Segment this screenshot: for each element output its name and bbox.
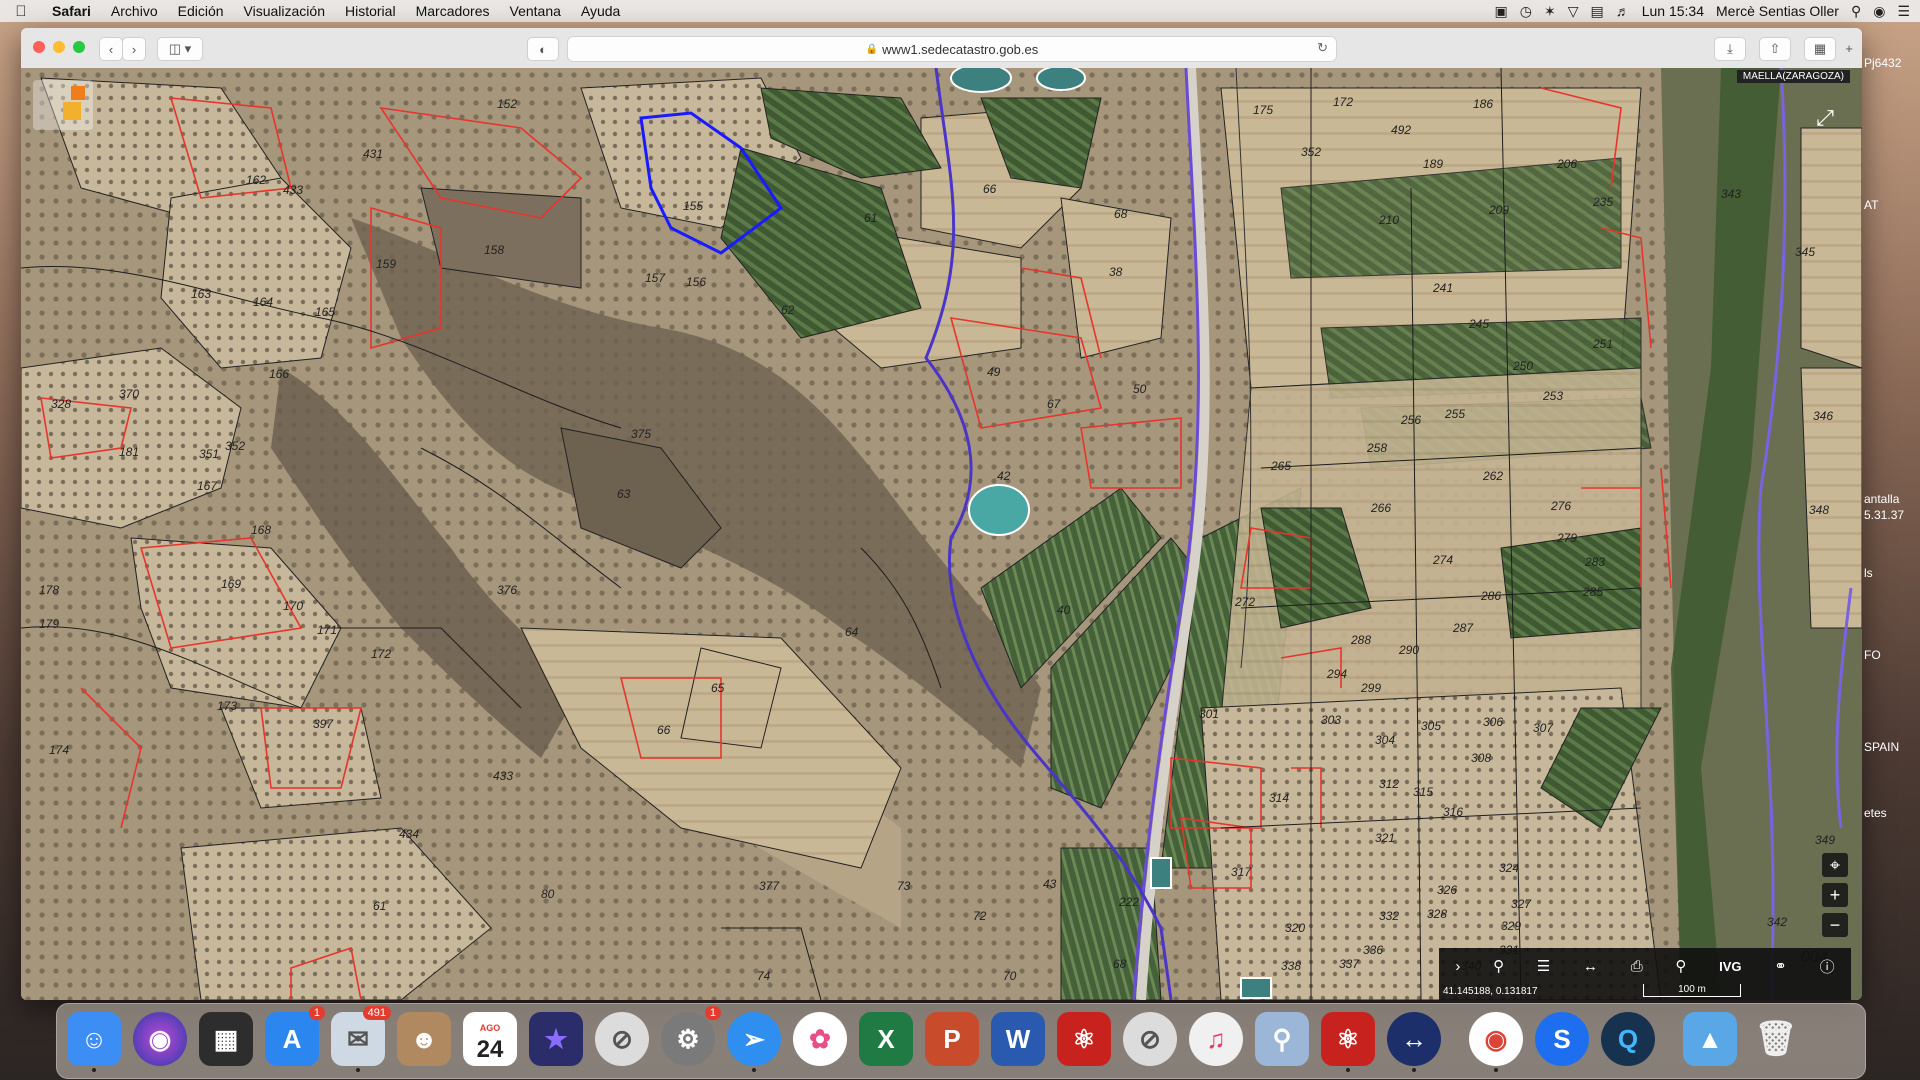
word-icon[interactable]: W	[991, 1012, 1045, 1066]
map-toolbar: › ⚲ ☰ ↔ ⎙ ⚲ IVG ⚭ ⓘ	[1439, 948, 1851, 984]
expand-chevron-icon[interactable]: ›	[1455, 958, 1460, 975]
zoom-controls: ⌖ + −	[1822, 853, 1850, 937]
excel-icon[interactable]: X	[859, 1012, 913, 1066]
desktop-file-label[interactable]: etes	[1864, 806, 1887, 820]
menu-ayuda[interactable]: Ayuda	[571, 3, 630, 19]
imovie-star-icon[interactable]: ★	[529, 1012, 583, 1066]
acrobat-icon[interactable]: ⚛	[1057, 1012, 1111, 1066]
wifi-icon[interactable]: ▽	[1568, 3, 1579, 20]
quicktime-icon[interactable]: Q	[1601, 1012, 1655, 1066]
siri-icon[interactable]: ◉	[133, 1012, 187, 1066]
dock: ☺ ◉ ▦ A1 ✉ 491 ☻ AGO 24 ★ ⊘ ⚙ 1 ➢ ✿ X P W …	[56, 1003, 1866, 1079]
powerpoint-icon[interactable]: P	[925, 1012, 979, 1066]
spotlight-icon[interactable]: ⚲	[1851, 3, 1861, 20]
coordinates-readout: 41.145188, 0.131817	[1443, 986, 1538, 997]
app-store-icon[interactable]: A1	[265, 1006, 325, 1066]
photos-icon[interactable]: ✿	[793, 1012, 847, 1066]
locate-icon[interactable]: ⌖	[1822, 853, 1848, 877]
trash-icon[interactable]: 🗑	[1749, 1012, 1803, 1066]
lock-icon: 🔒	[865, 43, 879, 55]
preview-icon[interactable]: ⚲	[1255, 1012, 1309, 1066]
volume-icon[interactable]: ♬	[1616, 3, 1630, 19]
settings-badge: 1	[704, 1006, 721, 1020]
disabled-app-icon-2[interactable]: ⊘	[1123, 1012, 1177, 1066]
map-status-bar: 41.145188, 0.131817 100 m	[1439, 984, 1851, 1000]
url-text: www1.sedecatastro.gob.es	[882, 41, 1039, 57]
mail-badge: 491	[362, 1006, 391, 1020]
mission-control-icon[interactable]: ▦	[199, 1012, 253, 1066]
downloads-icon[interactable]: ⤓	[1714, 37, 1746, 61]
new-tab-icon[interactable]: +	[1841, 37, 1857, 59]
scale-bar: 100 m	[1643, 984, 1741, 997]
time-machine-icon[interactable]: ◷	[1520, 3, 1532, 20]
maximize-window-button[interactable]	[73, 41, 85, 53]
system-preferences-icon[interactable]: ⚙ 1	[661, 1006, 721, 1066]
apple-icon[interactable]: 	[0, 3, 42, 20]
minimize-window-button[interactable]	[53, 41, 65, 53]
map-canvas	[21, 68, 1862, 1000]
municipality-label: MAELLA(ZARAGOZA)	[1736, 70, 1850, 83]
desktop-file-label[interactable]: AT	[1864, 198, 1878, 212]
zoom-out-button[interactable]: −	[1822, 913, 1848, 937]
desktop-file-labels: Pj6432 AT antalla 5.31.37 ls FO SPAIN et…	[1862, 0, 1920, 1000]
screen-mirror-icon[interactable]: ▣	[1495, 3, 1508, 20]
user-name[interactable]: Mercè Sentias Oller	[1716, 3, 1839, 19]
search-icon[interactable]: ⚲	[1493, 957, 1504, 975]
menu-ventana[interactable]: Ventana	[500, 3, 571, 19]
catastro-logo[interactable]	[33, 80, 93, 130]
teamviewer-icon[interactable]: ↔	[1387, 1012, 1441, 1072]
clock[interactable]: Lun 15:34	[1642, 3, 1704, 19]
menu-edicion[interactable]: Edición	[168, 3, 234, 19]
share-map-icon[interactable]: ⚭	[1774, 957, 1787, 975]
back-icon[interactable]: ‹	[99, 37, 123, 61]
zoom-in-button[interactable]: +	[1822, 883, 1848, 907]
layers-icon[interactable]: ☰	[1537, 957, 1550, 975]
display-icon[interactable]: ▤	[1590, 3, 1603, 20]
menu-historial[interactable]: Historial	[335, 3, 406, 19]
music-icon[interactable]: ♫	[1189, 1012, 1243, 1066]
share-icon[interactable]: ⇧	[1759, 37, 1791, 61]
info-icon[interactable]: ⓘ	[1820, 956, 1835, 977]
pin-icon[interactable]: ⚲	[1675, 957, 1686, 975]
sidebar-toggle-icon[interactable]: ◫ ▾	[157, 37, 203, 61]
menu-app-name[interactable]: Safari	[42, 3, 101, 19]
print-icon[interactable]: ⎙	[1631, 958, 1643, 975]
shazam-icon[interactable]: S	[1535, 1012, 1589, 1066]
address-bar[interactable]: 🔒 www1.sedecatastro.gob.es ↻	[567, 36, 1337, 62]
safari-icon[interactable]: ➢	[727, 1012, 781, 1072]
calendar-day: 24	[476, 1036, 504, 1063]
safari-window: ‹ › ◫ ▾ ◐ 🔒 www1.sedecatastro.gob.es ↻ ⤓…	[21, 28, 1862, 1000]
privacy-shield-icon[interactable]: ◐	[527, 37, 559, 61]
finder-icon[interactable]: ☺	[67, 1012, 121, 1072]
mail-icon[interactable]: ✉ 491	[331, 1006, 391, 1072]
applications-folder-icon[interactable]: ▲	[1683, 1012, 1737, 1066]
desktop-file-label[interactable]: Pj6432	[1864, 56, 1901, 70]
desktop-file-label[interactable]: antalla	[1864, 492, 1899, 506]
fullscreen-icon[interactable]: ⤢	[1810, 103, 1840, 133]
tab-overview-icon[interactable]: ▦	[1804, 37, 1836, 61]
app-store-badge: 1	[308, 1006, 325, 1020]
contacts-icon[interactable]: ☻	[397, 1012, 451, 1066]
acrobat-reader-icon[interactable]: ⚛	[1321, 1012, 1375, 1072]
forward-icon[interactable]: ›	[122, 37, 146, 61]
desktop-file-label[interactable]: ls	[1864, 566, 1873, 580]
chrome-icon[interactable]: ◉	[1469, 1012, 1523, 1072]
disabled-app-icon[interactable]: ⊘	[595, 1012, 649, 1066]
measure-icon[interactable]: ↔	[1583, 958, 1598, 975]
desktop-file-label[interactable]: 5.31.37	[1864, 508, 1904, 522]
bluetooth-icon[interactable]: ✶	[1544, 3, 1556, 20]
menu-marcadores[interactable]: Marcadores	[406, 3, 500, 19]
close-window-button[interactable]	[33, 41, 45, 53]
reload-icon[interactable]: ↻	[1317, 40, 1328, 56]
browser-toolbar: ‹ › ◫ ▾ ◐ 🔒 www1.sedecatastro.gob.es ↻ ⤓…	[21, 28, 1862, 69]
menu-archivo[interactable]: Archivo	[101, 3, 168, 19]
calendar-icon[interactable]: AGO 24	[463, 1012, 517, 1066]
ivg-button[interactable]: IVG	[1719, 959, 1741, 974]
menu-visualizacion[interactable]: Visualización	[234, 3, 335, 19]
menu-bar:  Safari Archivo Edición Visualización H…	[0, 0, 1920, 22]
desktop-file-label[interactable]: FO	[1864, 648, 1881, 662]
desktop-file-label[interactable]: SPAIN	[1864, 740, 1899, 754]
cadastre-map[interactable]: 152 431 162 433 155 156 157 158 159 163 …	[21, 68, 1862, 1000]
